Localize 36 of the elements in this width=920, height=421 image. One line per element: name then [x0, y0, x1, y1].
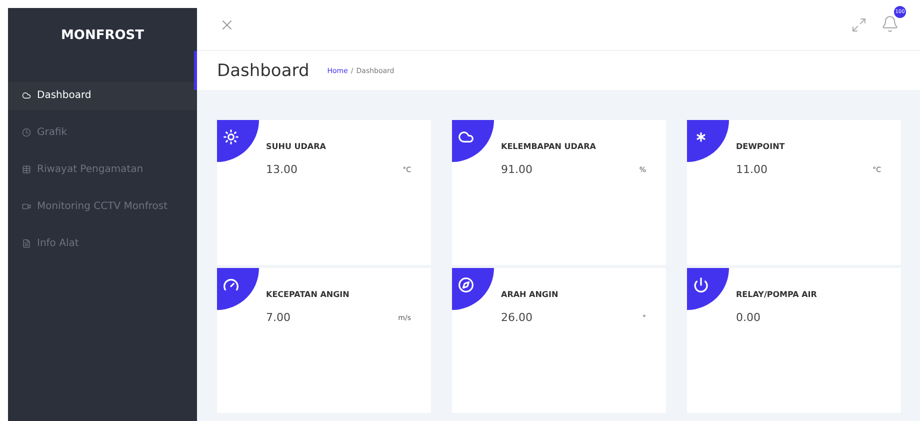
sidebar-item[interactable]: Dashboard	[8, 82, 197, 110]
brand-logo: MONFROST	[60, 27, 146, 45]
sidebar-item[interactable]: Monitoring CCTV Monfrost	[8, 193, 197, 221]
page-title: Dashboard	[217, 60, 310, 80]
document-icon	[22, 239, 31, 248]
fullscreen-icon[interactable]	[851, 17, 867, 33]
sensor-value: 26.00	[501, 311, 532, 324]
sidebar-label: Monitoring CCTV Monfrost	[37, 200, 168, 214]
sidebar-label: Dashboard	[37, 89, 92, 103]
card-title: KELEMBAPAN UDARA	[501, 142, 597, 151]
sidebar-label: Info Alat	[37, 237, 79, 251]
gauge-icon	[223, 277, 239, 293]
sensor-value: 13.00	[266, 163, 298, 176]
video-camera-icon	[22, 202, 31, 211]
cloud-icon	[458, 129, 474, 145]
sensor-value: 7.00	[266, 311, 290, 324]
sun-icon	[223, 129, 239, 145]
sidebar-item[interactable]: Info Alat	[8, 230, 197, 258]
card-title: RELAY/POMPA AIR	[736, 290, 818, 299]
bell-icon[interactable]	[881, 15, 899, 33]
card-title: KECEPATAN ANGIN	[266, 290, 350, 299]
sidebar-item[interactable]: Grafik	[8, 119, 197, 147]
card-title: ARAH ANGIN	[501, 290, 560, 299]
sensor-value: 0.00	[736, 311, 760, 324]
sidebar-item[interactable]: Riwayat Pengamatan	[8, 156, 197, 184]
clock-icon	[22, 128, 31, 137]
sensor-value: 11.00	[736, 163, 768, 176]
compass-icon	[458, 277, 474, 293]
sidebar-label: Riwayat Pengamatan	[37, 163, 144, 177]
cloud-icon	[22, 91, 31, 100]
card-title: SUHU UDARA	[266, 142, 327, 151]
card-title: DEWPOINT	[736, 142, 786, 151]
sidebar-label: Grafik	[37, 126, 68, 140]
sensor-value: 91.00	[501, 163, 532, 176]
table-icon	[22, 165, 31, 174]
power-icon	[693, 277, 709, 293]
